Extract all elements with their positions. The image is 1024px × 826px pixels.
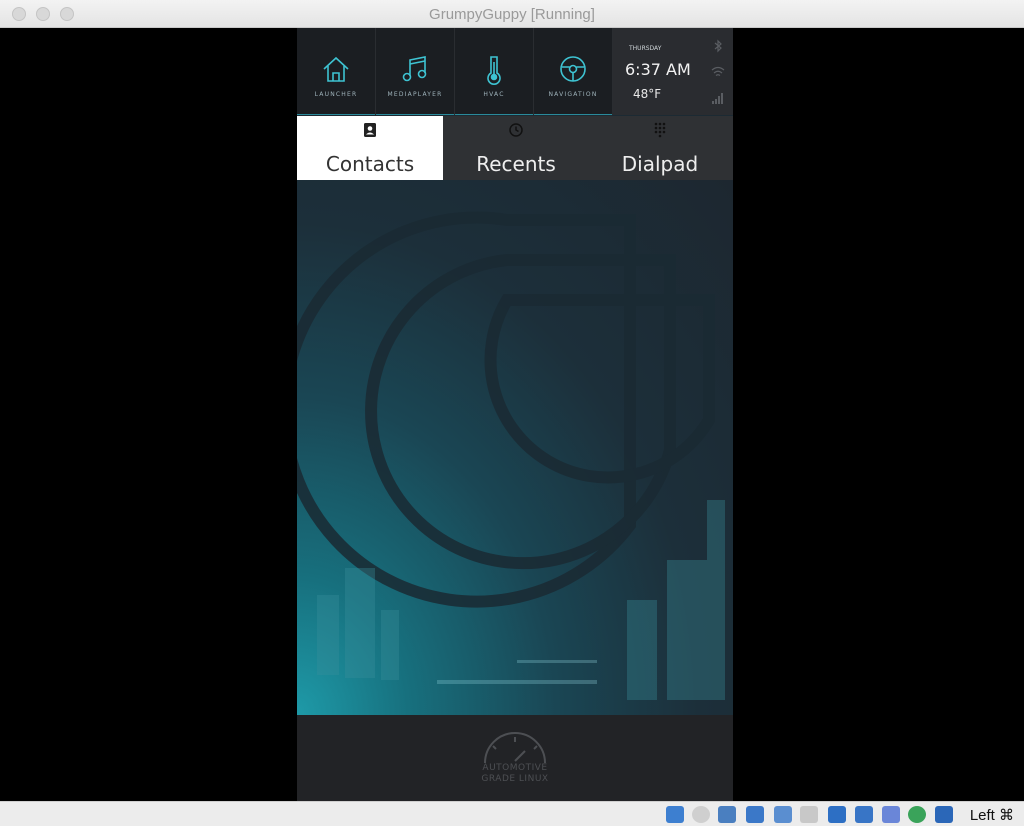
shared-folders-icon[interactable] [800, 806, 818, 823]
steering-wheel-icon [560, 56, 586, 82]
agl-screen: LAUNCHER MEDIAPLAYER HVAC NAVIGATION THU… [297, 28, 733, 801]
shortcut-mediaplayer[interactable]: MEDIAPLAYER [376, 28, 455, 115]
temperature: 48°F [633, 87, 662, 101]
signal-strength-icon [712, 93, 723, 104]
logo-text-line1: AUTOMOTIVE [482, 763, 548, 773]
tab-dialpad[interactable]: Dialpad [587, 116, 733, 180]
shortcut-label: HVAC [483, 91, 505, 98]
thermometer-icon [487, 56, 501, 85]
window-titlebar: GrumpyGuppy [Running] [0, 0, 1024, 28]
speedometer-icon [484, 732, 546, 764]
vm-status-bar: Left ⌘ [0, 801, 1024, 826]
wifi-icon [711, 66, 725, 76]
tab-label: Contacts [325, 152, 415, 176]
dialpad-icon [654, 122, 666, 138]
shortcut-navigation[interactable]: NAVIGATION [534, 28, 613, 115]
logo-text-line2: GRADE LINUX [481, 774, 549, 784]
cpu-icon[interactable] [882, 806, 900, 823]
shortcut-hvac[interactable]: HVAC [455, 28, 534, 115]
guest-additions-icon[interactable] [908, 806, 926, 823]
audio-icon[interactable] [718, 806, 736, 823]
window-title: GrumpyGuppy [Running] [429, 6, 595, 23]
shortcut-launcher[interactable]: LAUNCHER [297, 28, 376, 115]
host-key-label: Left ⌘ [969, 807, 1014, 824]
shortcut-label: MEDIAPLAYER [387, 91, 443, 98]
shortcut-label: NAVIGATION [548, 91, 598, 98]
contacts-icon [364, 123, 376, 137]
mouse-integration-icon[interactable] [935, 806, 953, 823]
top-bar: LAUNCHER MEDIAPLAYER HVAC NAVIGATION THU… [297, 28, 733, 115]
music-note-icon [402, 56, 427, 82]
phone-tab-bar: Contacts Recents Dialpad [297, 116, 733, 180]
footer-bar: AUTOMOTIVE GRADE LINUX [297, 715, 733, 801]
display-icon[interactable] [828, 806, 846, 823]
home-icon [323, 56, 349, 82]
tab-contacts[interactable]: Contacts [297, 116, 443, 180]
shortcut-label: LAUNCHER [314, 91, 358, 98]
usb-icon[interactable] [774, 806, 792, 823]
clock: 6:37 AM [625, 60, 691, 79]
bluetooth-icon [714, 39, 722, 53]
day-label: THURSDAY [629, 45, 662, 52]
tab-label: Dialpad [621, 152, 699, 176]
agl-ring-graphic [297, 211, 725, 700]
tab-recents[interactable]: Recents [443, 116, 589, 180]
agl-logo: AUTOMOTIVE GRADE LINUX [477, 729, 553, 789]
optical-drive-icon[interactable] [692, 806, 710, 823]
clock-icon [509, 123, 523, 137]
status-panel: THURSDAY 6:37 AM 48°F [613, 28, 733, 115]
network-icon[interactable] [746, 806, 764, 823]
hard-disk-icon[interactable] [666, 806, 684, 823]
tab-label: Recents [476, 152, 556, 176]
video-capture-icon[interactable] [855, 806, 873, 823]
contacts-background [297, 180, 733, 715]
